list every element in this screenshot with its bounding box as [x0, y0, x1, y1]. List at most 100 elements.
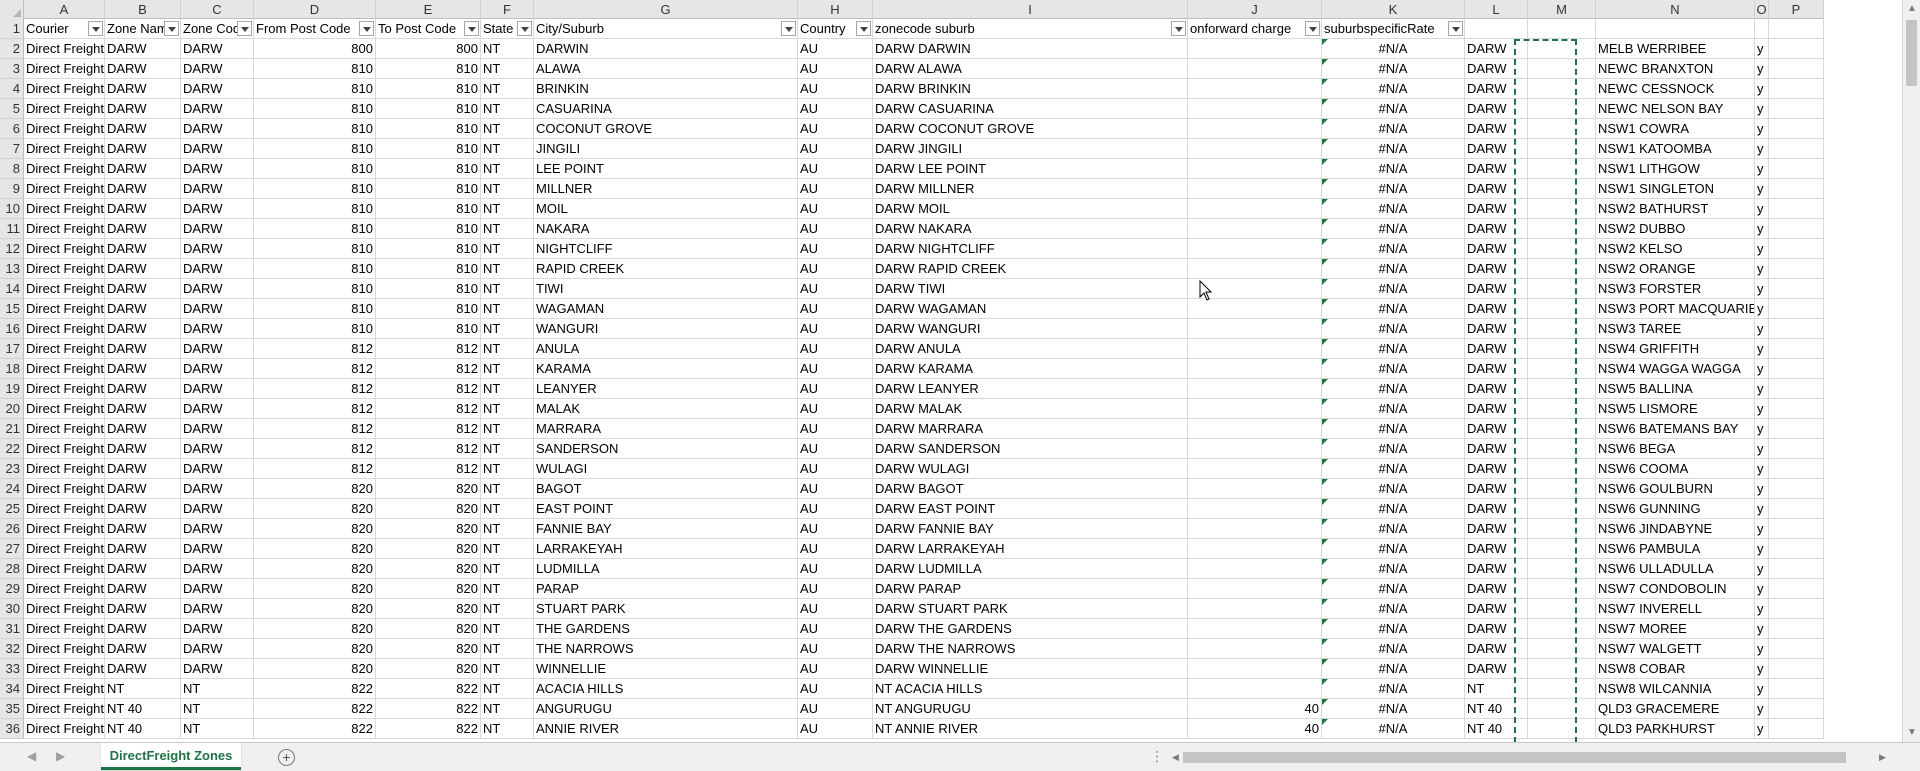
- table-cell[interactable]: [1528, 339, 1596, 359]
- next-sheet-icon[interactable]: ▶: [56, 749, 65, 763]
- table-cell[interactable]: DARW: [181, 439, 254, 459]
- table-cell[interactable]: AU: [798, 619, 873, 639]
- table-cell[interactable]: [1528, 379, 1596, 399]
- table-cell[interactable]: NT: [481, 579, 534, 599]
- table-cell[interactable]: STUART PARK: [534, 599, 798, 619]
- table-cell[interactable]: DARW JINGILI: [873, 139, 1188, 159]
- table-cell[interactable]: NT: [481, 679, 534, 699]
- table-cell[interactable]: JINGILI: [534, 139, 798, 159]
- table-cell[interactable]: AU: [798, 499, 873, 519]
- error-indicator-icon[interactable]: [1322, 359, 1328, 365]
- table-cell[interactable]: AU: [798, 519, 873, 539]
- table-cell[interactable]: y: [1755, 99, 1769, 119]
- error-indicator-icon[interactable]: [1322, 219, 1328, 225]
- table-cell[interactable]: NSW6 GOULBURN: [1596, 479, 1755, 499]
- table-cell[interactable]: [1769, 639, 1824, 659]
- error-indicator-icon[interactable]: [1322, 79, 1328, 85]
- table-cell[interactable]: [1769, 679, 1824, 699]
- table-cell[interactable]: NSW2 DUBBO: [1596, 219, 1755, 239]
- table-cell[interactable]: DARW: [1465, 419, 1528, 439]
- error-indicator-icon[interactable]: [1322, 59, 1328, 65]
- table-cell[interactable]: [1188, 419, 1322, 439]
- table-cell[interactable]: DARW: [105, 579, 181, 599]
- error-indicator-icon[interactable]: [1322, 299, 1328, 305]
- table-cell[interactable]: LEE POINT: [534, 159, 798, 179]
- table-cell[interactable]: DARW COCONUT GROVE: [873, 119, 1188, 139]
- table-cell[interactable]: NT: [481, 599, 534, 619]
- row-number[interactable]: 18: [0, 359, 24, 379]
- header-cell[interactable]: From Post Code: [254, 19, 376, 39]
- table-cell[interactable]: 810: [254, 59, 376, 79]
- column-header-d[interactable]: D: [254, 0, 376, 19]
- table-cell[interactable]: NT 40: [105, 699, 181, 719]
- table-cell[interactable]: Direct Freight*: [24, 479, 105, 499]
- table-cell[interactable]: 812: [376, 339, 481, 359]
- table-cell[interactable]: [1188, 179, 1322, 199]
- table-cell[interactable]: AU: [798, 559, 873, 579]
- table-cell[interactable]: DARW: [181, 599, 254, 619]
- table-cell[interactable]: [1769, 239, 1824, 259]
- table-cell[interactable]: 820: [254, 659, 376, 679]
- table-cell[interactable]: DARW: [181, 259, 254, 279]
- table-cell[interactable]: DARW: [1465, 339, 1528, 359]
- table-cell[interactable]: DARW WINNELLIE: [873, 659, 1188, 679]
- table-cell[interactable]: NT: [481, 39, 534, 59]
- table-cell[interactable]: 822: [376, 679, 481, 699]
- table-cell[interactable]: DARWIN: [534, 39, 798, 59]
- table-cell[interactable]: DARW MOIL: [873, 199, 1188, 219]
- table-cell[interactable]: NT ACACIA HILLS: [873, 679, 1188, 699]
- row-number[interactable]: 29: [0, 579, 24, 599]
- table-cell[interactable]: DARW: [181, 219, 254, 239]
- table-cell[interactable]: NT: [481, 59, 534, 79]
- table-cell[interactable]: NT 40: [105, 719, 181, 739]
- filter-dropdown-icon[interactable]: [1305, 21, 1320, 36]
- table-cell[interactable]: y: [1755, 519, 1769, 539]
- table-cell[interactable]: 812: [376, 459, 481, 479]
- error-indicator-icon[interactable]: [1322, 619, 1328, 625]
- table-cell[interactable]: y: [1755, 219, 1769, 239]
- table-cell[interactable]: NT: [481, 419, 534, 439]
- table-cell[interactable]: DARW: [105, 319, 181, 339]
- error-indicator-icon[interactable]: [1322, 119, 1328, 125]
- table-cell[interactable]: [1188, 539, 1322, 559]
- column-header-k[interactable]: K: [1322, 0, 1465, 19]
- table-cell[interactable]: [1769, 619, 1824, 639]
- table-cell[interactable]: NT: [481, 359, 534, 379]
- table-cell[interactable]: NT: [481, 179, 534, 199]
- table-cell[interactable]: NSW3 TAREE: [1596, 319, 1755, 339]
- error-indicator-icon[interactable]: [1322, 539, 1328, 545]
- table-cell[interactable]: ANULA: [534, 339, 798, 359]
- table-cell[interactable]: [1769, 659, 1824, 679]
- table-cell[interactable]: 820: [254, 619, 376, 639]
- table-cell[interactable]: [1769, 699, 1824, 719]
- table-cell[interactable]: 810: [376, 59, 481, 79]
- table-cell[interactable]: [1769, 359, 1824, 379]
- table-cell[interactable]: #N/A: [1322, 479, 1465, 499]
- table-cell[interactable]: 820: [376, 619, 481, 639]
- table-cell[interactable]: NSW6 GUNNING: [1596, 499, 1755, 519]
- table-cell[interactable]: NSW7 CONDOBOLIN: [1596, 579, 1755, 599]
- table-cell[interactable]: 812: [376, 419, 481, 439]
- table-cell[interactable]: AU: [798, 699, 873, 719]
- table-cell[interactable]: #N/A: [1322, 619, 1465, 639]
- row-number[interactable]: 5: [0, 99, 24, 119]
- table-cell[interactable]: #N/A: [1322, 299, 1465, 319]
- table-cell[interactable]: [1188, 519, 1322, 539]
- table-cell[interactable]: [1528, 579, 1596, 599]
- table-cell[interactable]: [1769, 399, 1824, 419]
- table-cell[interactable]: DARW MALAK: [873, 399, 1188, 419]
- table-cell[interactable]: DARW: [105, 279, 181, 299]
- table-cell[interactable]: [1528, 359, 1596, 379]
- table-cell[interactable]: #N/A: [1322, 139, 1465, 159]
- select-all-corner[interactable]: [0, 0, 24, 19]
- row-number[interactable]: 15: [0, 299, 24, 319]
- table-cell[interactable]: DARW STUART PARK: [873, 599, 1188, 619]
- table-cell[interactable]: Direct Freight*: [24, 699, 105, 719]
- table-cell[interactable]: 810: [376, 239, 481, 259]
- table-cell[interactable]: #N/A: [1322, 119, 1465, 139]
- table-cell[interactable]: DARW: [105, 339, 181, 359]
- row-number[interactable]: 7: [0, 139, 24, 159]
- table-cell[interactable]: AU: [798, 99, 873, 119]
- table-cell[interactable]: [1528, 439, 1596, 459]
- row-number[interactable]: 11: [0, 219, 24, 239]
